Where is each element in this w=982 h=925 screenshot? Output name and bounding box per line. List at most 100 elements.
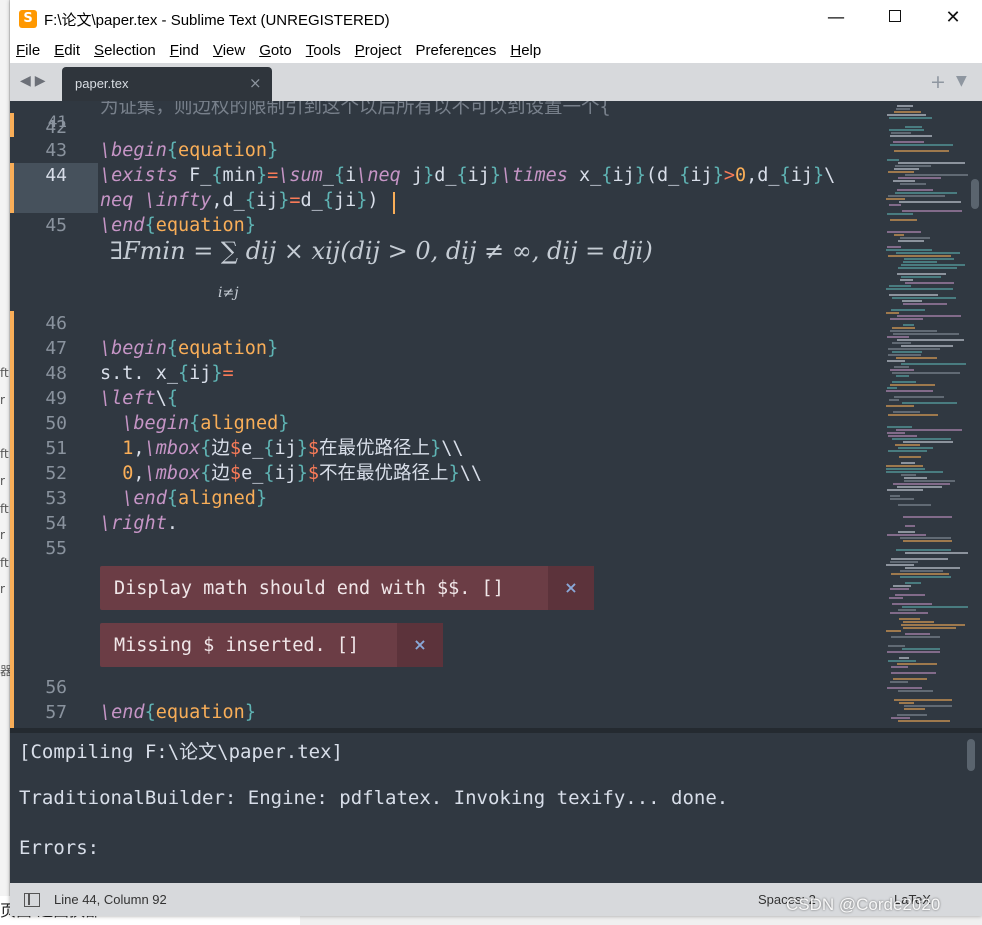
minimize-button[interactable]: — — [807, 0, 865, 38]
minimap-line — [890, 681, 908, 683]
minimap-line — [897, 714, 927, 716]
code-token: { — [144, 702, 156, 723]
background-fragment: ft — [0, 447, 9, 461]
code-token: } — [430, 438, 442, 459]
code-token: \left — [100, 388, 156, 409]
minimap-line — [891, 573, 949, 575]
minimap-line — [887, 387, 897, 389]
code-token: $ — [229, 438, 242, 459]
title-bar[interactable]: S F:\论文\paper.tex - Sublime Text (UNREGI… — [10, 0, 982, 38]
minimap-line — [901, 345, 953, 347]
menu-find[interactable]: Find — [170, 42, 199, 59]
editor-scrollbar[interactable] — [968, 101, 982, 728]
code-token: } — [267, 338, 279, 359]
minimap-line — [886, 312, 899, 314]
code-line-52: 0,\mbox{边$e_{ij}$不在最优路径上}\\ — [100, 461, 482, 486]
watermark: CSDN @Corde2020 — [786, 895, 941, 914]
error-close-icon[interactable]: × — [548, 566, 594, 610]
code-token: equation — [177, 140, 268, 161]
menu-goto[interactable]: Goto — [259, 42, 292, 59]
minimap-line — [890, 330, 937, 332]
menu-tools[interactable]: Tools — [306, 42, 341, 59]
minimap-line — [886, 405, 914, 407]
minimap-line — [905, 567, 960, 569]
math-preview-rendered: ∃Fmin = ∑ dij × xij(dij > 0, dij ≠ ∞, di… — [110, 237, 653, 265]
panel-scrollbar[interactable] — [966, 739, 976, 879]
menu-preferences[interactable]: Preferences — [415, 42, 496, 59]
line-number: 56 — [45, 677, 67, 698]
minimap-line — [886, 288, 953, 290]
minimap-line — [902, 210, 962, 212]
minimap-line — [896, 357, 937, 359]
minimap-line — [903, 441, 953, 443]
minimap-line — [887, 432, 905, 434]
code-editor[interactable]: 为证集，则边权的限制引到这个以后所有以不可以到设置一个{ 41 42 43 44… — [10, 101, 982, 728]
menu-project[interactable]: Project — [355, 42, 402, 59]
minimap-line — [893, 483, 950, 485]
menu-edit[interactable]: Edit — [54, 42, 80, 59]
code-token: { — [211, 165, 223, 186]
minimap-line — [892, 381, 916, 383]
minimap-line — [890, 369, 914, 371]
cursor-position[interactable]: Line 44, Column 92 — [54, 892, 167, 907]
code-token: } — [356, 190, 368, 211]
menu-file[interactable]: File — [16, 42, 40, 59]
tab-list-dropdown-icon[interactable]: ▼ — [956, 73, 967, 89]
code-token: { — [189, 413, 201, 434]
line-number: 55 — [45, 538, 67, 559]
minimap-line — [899, 618, 920, 620]
menu-selection[interactable]: Selection — [94, 42, 156, 59]
code-token: { — [244, 190, 256, 211]
sublime-text-window: S F:\论文\paper.tex - Sublime Text (UNREGI… — [10, 0, 982, 916]
code-token: ij — [274, 463, 297, 484]
minimap-line — [894, 396, 944, 398]
minimap-line — [905, 282, 954, 284]
scrolled-line-text: 为证集，则边权的限制引到这个以后所有以不可以到设置一个{ — [100, 101, 611, 118]
code-token: } — [211, 363, 223, 384]
tab-close-icon[interactable]: × — [249, 74, 262, 92]
minimap-line — [901, 363, 966, 365]
minimap-line — [892, 438, 951, 440]
menu-view[interactable]: View — [213, 42, 245, 59]
build-output-panel[interactable]: [Compiling F:\论文\paper.tex] TraditionalB… — [10, 733, 982, 883]
tab-paper-tex[interactable]: paper.tex × — [62, 67, 272, 101]
code-token: { — [166, 388, 178, 409]
code-token: { — [200, 463, 212, 484]
code-token: } — [255, 488, 268, 509]
new-tab-plus-icon[interactable]: + — [930, 71, 946, 93]
minimap-line — [898, 531, 915, 533]
minimap-line — [886, 471, 943, 473]
maximize-button[interactable] — [866, 0, 924, 38]
editor-scrollbar-thumb[interactable] — [971, 179, 979, 209]
minimap-line — [889, 204, 901, 206]
minimap-line — [905, 633, 930, 635]
output-line: Errors: — [19, 837, 100, 859]
text-cursor — [393, 192, 395, 214]
close-window-button[interactable]: ✕ — [924, 0, 982, 38]
minimap-line — [896, 108, 910, 110]
minimap-line — [889, 399, 899, 401]
code-token: } — [634, 165, 646, 186]
minimap-line — [895, 444, 920, 446]
minimize-icon: — — [827, 7, 845, 28]
minimap-line — [899, 702, 914, 704]
minimap-line — [891, 309, 925, 311]
minimap-line — [893, 333, 959, 335]
error-close-icon[interactable]: × — [397, 623, 443, 667]
panel-scrollbar-thumb[interactable] — [967, 739, 975, 771]
code-token: { — [263, 463, 275, 484]
minimap-line — [894, 699, 952, 701]
minimap-line — [903, 303, 947, 305]
code-token: $ — [307, 438, 320, 459]
minimap-line — [902, 402, 957, 404]
tab-navigation-arrows-icon[interactable]: ◀▶ — [20, 73, 50, 89]
line-number: 46 — [45, 313, 67, 334]
minimap[interactable] — [882, 101, 970, 728]
panel-toggle-icon[interactable] — [24, 893, 40, 907]
background-fragment: r — [0, 393, 5, 407]
code-token: ij — [255, 190, 279, 211]
menu-help[interactable]: Help — [510, 42, 541, 59]
